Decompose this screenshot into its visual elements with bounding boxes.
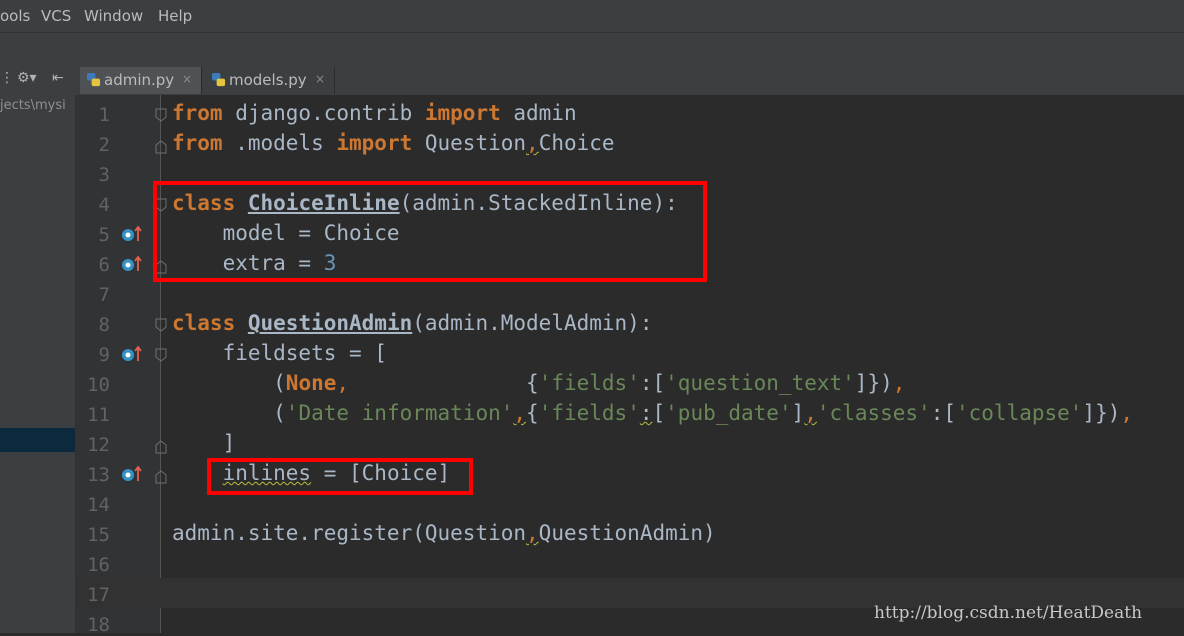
fold-end-icon[interactable] [155,470,167,484]
menu-help[interactable]: Help [158,7,192,25]
code-line-12[interactable]: ] [172,431,236,455]
menu-bar: ools VCS Window Help [0,0,1184,33]
tab-label: models.py [229,71,307,89]
tab-admin-py[interactable]: admin.py × [80,67,202,94]
line-number[interactable]: 2 [76,134,110,156]
line-number[interactable]: 3 [76,164,110,186]
menu-window[interactable]: Window [84,7,143,25]
code-line-9[interactable]: fieldsets = [ [172,341,387,365]
tab-label: admin.py [104,71,175,89]
code-line-15[interactable]: admin.site.register(Question,QuestionAdm… [172,521,716,545]
line-number[interactable]: 13 [76,464,110,486]
overrides-icon[interactable] [121,465,143,483]
menu-tools[interactable]: ools [0,7,30,25]
highlight-box-choiceinline [153,181,707,282]
tab-close-button[interactable]: × [182,72,192,86]
project-tool-icon[interactable]: ⋮ [0,70,14,86]
line-number[interactable]: 8 [76,314,110,336]
line-number[interactable]: 1 [76,104,110,126]
tab-models-py[interactable]: models.py × [205,67,335,94]
collapse-icon[interactable]: ⇤ [52,70,64,86]
fold-start-icon[interactable] [155,108,167,122]
line-number[interactable]: 16 [76,554,110,576]
line-number[interactable]: 4 [76,194,110,216]
selected-tree-item[interactable] [0,428,75,452]
fold-start-icon[interactable] [155,318,167,332]
menu-vcs[interactable]: VCS [41,7,71,25]
project-panel: jects\mysi [0,95,76,633]
line-number[interactable]: 6 [76,254,110,276]
line-number[interactable]: 11 [76,404,110,426]
code-line-1[interactable]: from django.contrib import admin [172,101,577,125]
line-number[interactable]: 9 [76,344,110,366]
toolbar [0,33,1184,65]
code-line-11[interactable]: ('Date information',{'fields':['pub_date… [172,401,1133,425]
line-number[interactable]: 5 [76,224,110,246]
code-line-2[interactable]: from .models import Question,Choice [172,131,615,155]
code-line-8[interactable]: class QuestionAdmin(admin.ModelAdmin): [172,311,652,335]
watermark: http://blog.csdn.net/HeatDeath [874,603,1143,623]
gutter-divider [160,95,161,633]
python-file-icon [86,72,101,87]
overrides-icon[interactable] [121,225,143,243]
fold-start-icon[interactable] [155,348,167,362]
line-number[interactable]: 12 [76,434,110,456]
highlight-box-inlines [207,458,473,495]
project-path[interactable]: jects\mysi [0,98,66,113]
gear-icon[interactable]: ⚙▾ [17,70,37,86]
line-number[interactable]: 7 [76,284,110,306]
code-line-10[interactable]: (None, {'fields':['question_text']}), [172,371,905,395]
fold-end-icon[interactable] [155,440,167,454]
python-file-icon [211,72,226,87]
fold-end-icon[interactable] [155,140,167,154]
overrides-icon[interactable] [121,345,143,363]
overrides-icon[interactable] [121,255,143,273]
line-number[interactable]: 14 [76,494,110,516]
line-number[interactable]: 10 [76,374,110,396]
line-number[interactable]: 15 [76,524,110,546]
tab-close-button[interactable]: × [315,72,325,86]
line-number[interactable]: 17 [76,584,110,606]
